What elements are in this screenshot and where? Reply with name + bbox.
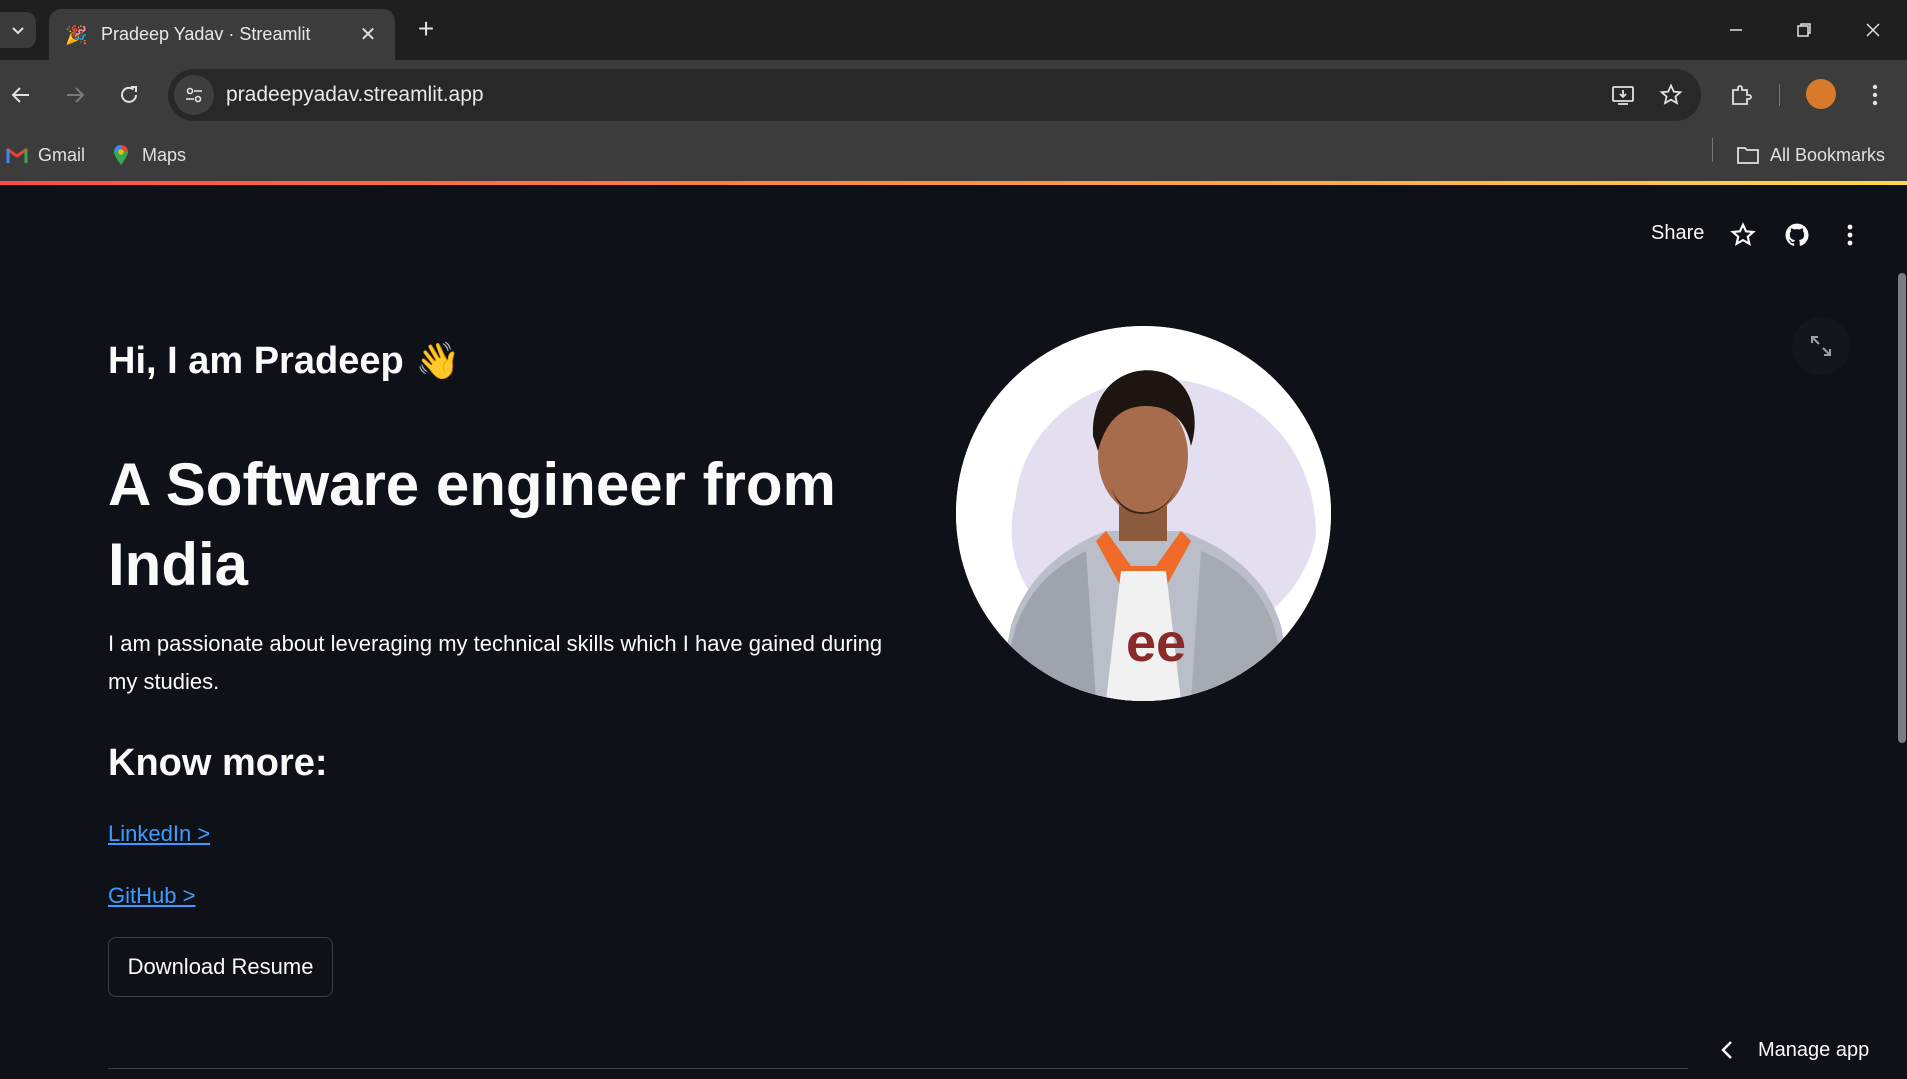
- tune-icon: [186, 87, 202, 103]
- close-icon: [1866, 23, 1880, 37]
- close-window-button[interactable]: [1851, 10, 1895, 50]
- expand-icon: [1811, 336, 1831, 356]
- bookmark-label: Maps: [142, 144, 187, 165]
- bookmark-label: Gmail: [38, 144, 86, 165]
- reload-icon: [121, 86, 137, 103]
- fullscreen-button[interactable]: [1792, 317, 1850, 375]
- chevron-left-icon: [1721, 1041, 1732, 1059]
- browser-menu-button[interactable]: [1856, 76, 1894, 114]
- url-text[interactable]: pradeepyadav.streamlit.app: [226, 83, 1605, 107]
- address-bar[interactable]: pradeepyadav.streamlit.app: [168, 69, 1701, 121]
- tab-title: Pradeep Yadav · Streamlit: [101, 24, 311, 44]
- minimize-icon: [1730, 29, 1742, 31]
- arrow-left-icon: [11, 87, 29, 103]
- download-resume-button[interactable]: Download Resume: [108, 937, 333, 997]
- forward-button[interactable]: [56, 76, 94, 114]
- site-info-button[interactable]: [174, 75, 214, 115]
- chevron-down-icon: [12, 27, 24, 35]
- github-icon: [1785, 223, 1809, 246]
- toolbar-divider: [1779, 84, 1780, 106]
- restore-button[interactable]: [1782, 10, 1826, 50]
- folder-icon: [1737, 147, 1759, 164]
- browser-toolbar: pradeepyadav.streamlit.app: [0, 60, 1907, 130]
- puzzle-icon: [1732, 85, 1752, 105]
- manage-app-button[interactable]: Manage app: [1720, 1030, 1869, 1070]
- arrow-right-icon: [67, 87, 85, 103]
- github-button[interactable]: [1781, 219, 1813, 251]
- github-link[interactable]: GitHub >: [108, 883, 195, 909]
- all-bookmarks-label: All Bookmarks: [1770, 144, 1886, 165]
- browser-tab[interactable]: 🎉 Pradeep Yadav · Streamlit ✕: [49, 9, 395, 60]
- profile-photo-illustration: ee: [956, 326, 1331, 701]
- app-menu-button[interactable]: [1834, 219, 1866, 251]
- bookmark-maps[interactable]: Maps: [112, 140, 186, 170]
- all-bookmarks-button[interactable]: All Bookmarks: [1736, 140, 1885, 170]
- star-icon: [1730, 222, 1756, 246]
- maps-icon: [114, 145, 128, 165]
- bookmark-gmail[interactable]: Gmail: [6, 140, 85, 170]
- profile-photo: ee: [956, 326, 1331, 701]
- more-vertical-icon: [1847, 224, 1853, 246]
- share-button[interactable]: Share: [1651, 222, 1704, 245]
- minimize-button[interactable]: [1714, 10, 1758, 50]
- scrollbar[interactable]: [1898, 273, 1906, 743]
- tab-favicon-icon: 🎉: [65, 24, 88, 45]
- gmail-icon: [6, 147, 28, 163]
- back-button[interactable]: [2, 76, 40, 114]
- more-vertical-icon: [1872, 84, 1878, 106]
- bookmarks-bar: Gmail Maps All Bookmarks: [0, 130, 1907, 183]
- know-more-heading: Know more:: [108, 742, 328, 784]
- install-icon: [1612, 86, 1634, 105]
- new-tab-button[interactable]: +: [410, 14, 442, 46]
- star-icon: [1659, 83, 1683, 105]
- tab-bar: 🎉 Pradeep Yadav · Streamlit ✕ +: [0, 0, 1907, 60]
- intro-paragraph: I am passionate about leveraging my tech…: [108, 631, 883, 694]
- tab-search-button[interactable]: [0, 12, 36, 48]
- svg-text:ee: ee: [1126, 613, 1186, 673]
- close-tab-icon[interactable]: ✕: [357, 22, 379, 47]
- greeting-heading: Hi, I am Pradeep 👋: [108, 340, 461, 383]
- section-divider: [108, 1068, 1688, 1069]
- waving-hand-icon: 👋: [415, 340, 461, 381]
- favorite-app-button[interactable]: [1727, 219, 1759, 251]
- restore-icon: [1797, 23, 1811, 37]
- bookmark-star-button[interactable]: [1653, 77, 1689, 113]
- profile-avatar[interactable]: [1806, 79, 1836, 109]
- app-view: Share Hi, I am Pradeep 👋 A Software engin…: [0, 185, 1907, 1079]
- manage-app-label: Manage app: [1758, 1038, 1870, 1061]
- page-title: A Software engineer from India: [108, 451, 836, 598]
- extensions-button[interactable]: [1722, 76, 1760, 114]
- greeting-text: Hi, I am Pradeep: [108, 340, 404, 382]
- bookmarks-divider: [1712, 138, 1713, 162]
- reload-button[interactable]: [110, 76, 148, 114]
- linkedin-link[interactable]: LinkedIn >: [108, 821, 210, 847]
- install-app-button[interactable]: [1605, 77, 1641, 113]
